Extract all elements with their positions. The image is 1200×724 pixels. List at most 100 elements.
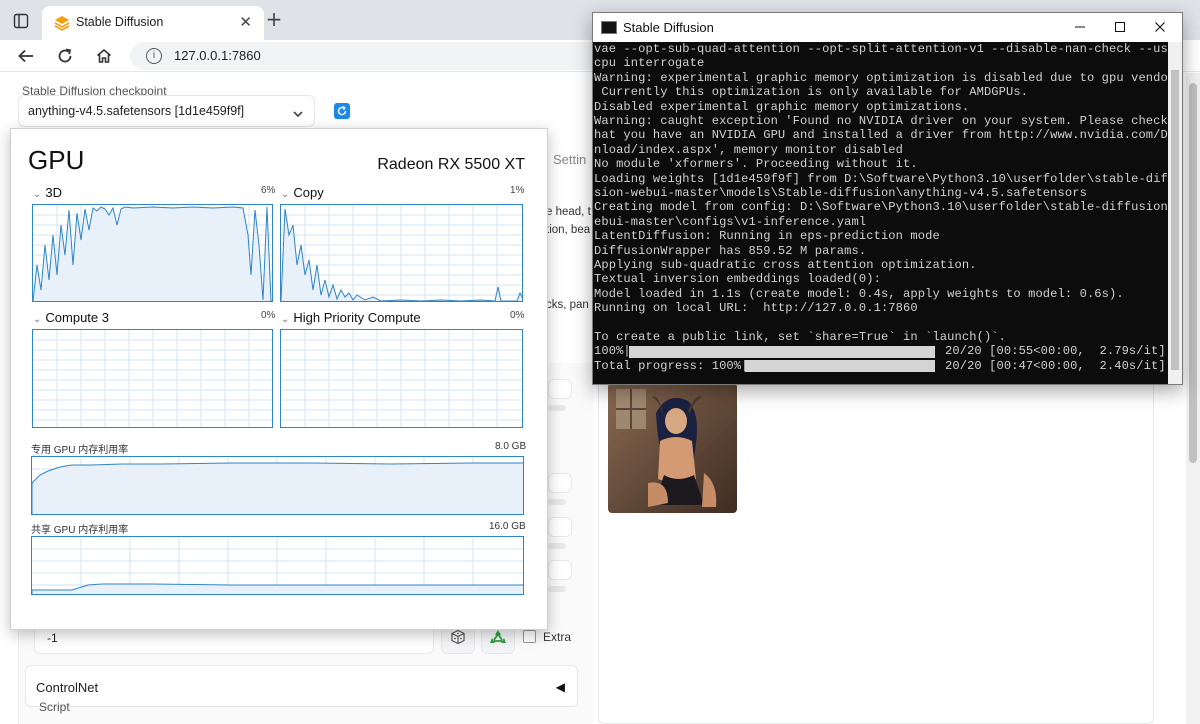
shared-memory-value: 16.0 GB [489, 521, 526, 532]
total-progress-label: Total progress: 100%| [594, 358, 749, 373]
console-window: Stable Diffusion vae --opt-sub-quad-atte… [592, 12, 1183, 385]
progress-bar-fill [629, 346, 935, 358]
console-line: Disabled experimental graphic memory opt… [594, 99, 970, 114]
chevron-down-icon: ⌄ [281, 189, 290, 200]
console-line: No module 'xformers'. Proceeding without… [594, 157, 918, 172]
checkpoint-value: anything-v4.5.safetensors [1d1e459f9f] [28, 104, 245, 118]
engine-high-priority-compute-graph [280, 329, 523, 428]
console-line: cpu interrogate [594, 56, 705, 71]
back-icon[interactable] [14, 44, 38, 68]
console-line: Applying sub-quadratic cross attention o… [594, 258, 977, 272]
chevron-down-icon [292, 105, 304, 118]
engine-compute3-label[interactable]: ⌄ Compute 3 [33, 310, 109, 325]
prompt-text-fragment: tion, bea [546, 224, 591, 236]
dice-icon [451, 629, 465, 645]
engine-compute3-percent: 0% [261, 310, 276, 321]
close-tab-icon[interactable]: ✕ [239, 14, 252, 30]
reload-icon[interactable] [53, 44, 77, 68]
slider[interactable] [548, 543, 566, 549]
site-info-icon[interactable]: i [146, 48, 162, 64]
console-line: Textual inversion embeddings loaded(0): [594, 272, 881, 287]
seed-value: -1 [47, 631, 58, 645]
tab-title: Stable Diffusion [76, 15, 164, 29]
console-line: Warning: caught exception 'Found no NVID… [594, 114, 1168, 128]
minimize-icon[interactable] [1071, 18, 1089, 36]
collapse-arrow-icon[interactable]: ◀ [556, 680, 565, 694]
console-output[interactable]: vae --opt-sub-quad-attention --opt-split… [593, 42, 1168, 384]
refresh-icon [337, 105, 347, 116]
shared-memory-graph [31, 536, 524, 595]
console-line: LatentDiffusion: Running in eps-predicti… [594, 229, 940, 244]
total-progress-stats: 20/20 [00:47<00:00, 2.40s/it] [945, 358, 1166, 373]
checkpoint-dropdown[interactable]: anything-v4.5.safetensors [1d1e459f9f] [18, 95, 315, 127]
console-line: DiffusionWrapper has 859.52 M params. [594, 243, 867, 258]
console-line: Model loaded in 1.1s (create model: 0.4s… [594, 286, 1124, 301]
slider[interactable] [548, 405, 566, 411]
engine-high-priority-compute-percent: 0% [510, 310, 525, 321]
dedicated-memory-label: 专用 GPU 内存利用率 [31, 445, 129, 456]
console-line: Creating model from config: D:\Software\… [594, 200, 1168, 215]
refresh-checkpoint-button[interactable] [334, 103, 350, 119]
console-line: vae --opt-sub-quad-attention --opt-split… [594, 42, 1168, 56]
engine-3d-percent: 6% [261, 185, 276, 196]
negative-prompt-fragment: cks, pan [546, 299, 589, 311]
script-label: Script [39, 700, 70, 714]
page-scrollbar-thumb[interactable] [1189, 83, 1197, 463]
console-line: Loading weights [1d1e459f9f] from D:\Sof… [594, 171, 1168, 186]
console-title: Stable Diffusion [623, 20, 714, 35]
home-icon[interactable] [92, 44, 116, 68]
console-line: Warning: experimental graphic memory opt… [594, 70, 1168, 85]
console-line: nload/index.aspx', memory monitor disabl… [594, 142, 904, 157]
prompt-text-fragment: e head, t [546, 206, 591, 218]
browser-tab-stable-diffusion[interactable]: Stable Diffusion ✕ [42, 6, 264, 40]
engine-high-priority-compute-label[interactable]: ⌄ High Priority Compute [281, 310, 421, 325]
gpu-model-name: Radeon RX 5500 XT [377, 156, 525, 173]
engine-3d-graph [32, 204, 273, 302]
console-line: ebui-master\configs\v1-inference.yaml [594, 214, 867, 229]
maximize-icon[interactable] [1111, 18, 1129, 36]
terminal-icon [601, 21, 617, 34]
progress-stats: 20/20 [00:55<00:00, 2.79s/it] [945, 344, 1166, 359]
extra-seed-label: Extra [543, 630, 572, 644]
tab-actions-icon[interactable] [10, 10, 32, 32]
engine-3d-label[interactable]: ⌄ 3D [33, 185, 62, 200]
engine-copy-graph [280, 204, 523, 302]
console-line: sion-webui-master\models\Stable-diffusio… [594, 186, 1087, 200]
console-line: To create a public link, set `share=True… [594, 330, 1007, 344]
close-icon[interactable] [1151, 18, 1169, 36]
controlnet-title: ControlNet [36, 680, 99, 695]
console-line: Currently this optimization is only avai… [594, 85, 1029, 100]
recycle-icon [490, 630, 506, 643]
extra-seed-checkbox[interactable] [523, 630, 536, 643]
progress-line-label: 100%| [594, 344, 631, 359]
controlnet-accordion[interactable]: ControlNet ◀ [25, 665, 578, 707]
tab-settings[interactable]: Settin [553, 152, 586, 167]
number-input[interactable] [548, 473, 572, 493]
slider[interactable] [548, 586, 566, 592]
dedicated-memory-value: 8.0 GB [495, 441, 527, 452]
console-scrollbar[interactable] [1168, 42, 1182, 384]
slider[interactable] [548, 499, 566, 505]
dedicated-memory-graph [31, 456, 524, 515]
task-manager-gpu-panel: GPU Radeon RX 5500 XT ⌄ 3D 6% ⌄ Copy 1% ⌄ C… [10, 128, 548, 630]
chevron-down-icon: ⌄ [33, 314, 42, 325]
number-input[interactable] [548, 517, 572, 537]
gpu-title: GPU [28, 145, 85, 175]
engine-copy-label[interactable]: ⌄ Copy [281, 185, 324, 200]
generated-image-thumbnail[interactable] [608, 383, 737, 513]
engine-compute3-graph [32, 329, 273, 428]
chevron-down-icon: ⌄ [281, 314, 290, 325]
console-scrollbar-thumb[interactable] [1171, 70, 1179, 370]
number-input[interactable] [548, 560, 572, 580]
shared-memory-label: 共享 GPU 内存利用率 [31, 525, 129, 536]
console-line: Running on local URL: http://127.0.0.1:7… [594, 301, 918, 316]
number-input[interactable] [548, 379, 572, 399]
url-text: 127.0.0.1:7860 [174, 48, 261, 63]
address-bar[interactable]: i 127.0.0.1:7860 [130, 42, 610, 70]
total-progress-bar-fill [745, 360, 935, 373]
page-scrollbar[interactable] [1186, 73, 1200, 724]
new-tab-button[interactable]: + [264, 9, 284, 30]
console-titlebar[interactable]: Stable Diffusion [593, 13, 1182, 42]
engine-copy-percent: 1% [510, 185, 525, 196]
console-line: hat you have an NVIDIA GPU and installed… [594, 128, 1168, 143]
